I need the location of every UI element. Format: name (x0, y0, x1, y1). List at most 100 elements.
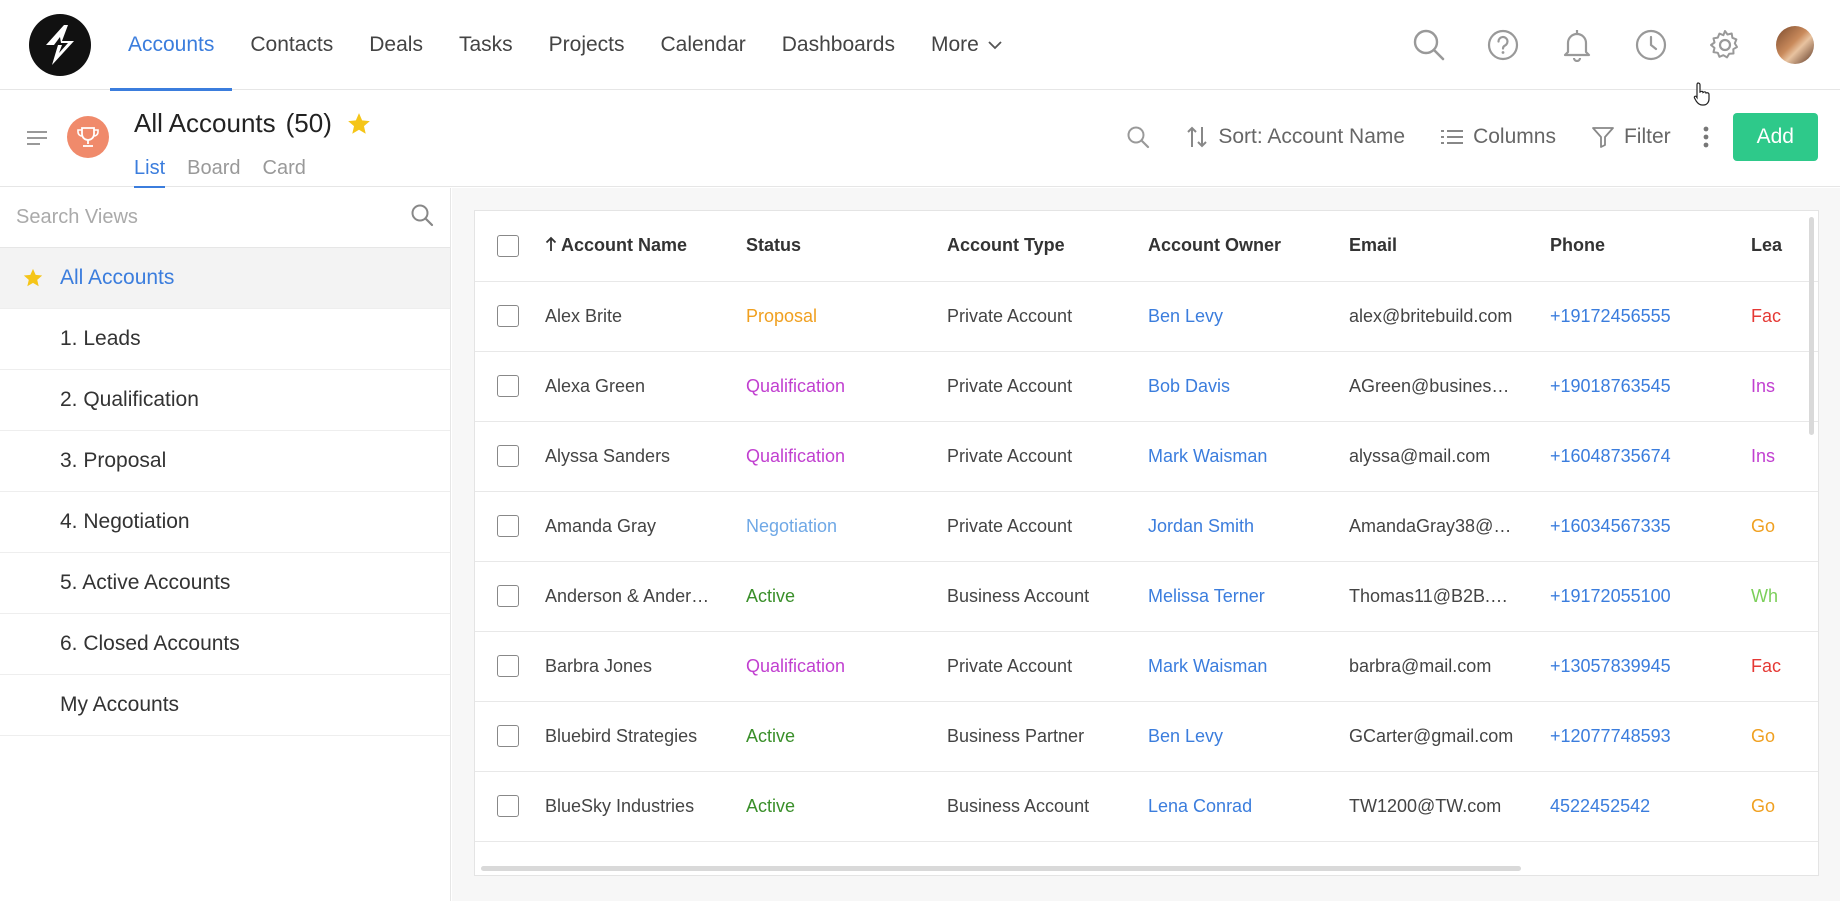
hamburger-icon[interactable] (26, 129, 48, 152)
sort-label: Sort: Account Name (1218, 125, 1406, 148)
add-button[interactable]: Add (1732, 113, 1818, 161)
more-options-button[interactable] (1689, 125, 1723, 149)
account-name-cell[interactable]: Bluebird Strategies (545, 701, 746, 772)
favorite-star-icon[interactable] (346, 111, 372, 137)
select-all-checkbox[interactable] (497, 234, 519, 257)
search-icon (1127, 126, 1150, 149)
table-row[interactable]: Barbra Jones Qualification Private Account… (475, 631, 1818, 702)
search-views-input[interactable] (16, 206, 396, 229)
table-row[interactable]: Alexa Green Qualification Private Account B… (475, 351, 1818, 422)
row-checkbox[interactable] (497, 655, 519, 678)
phone-link[interactable]: +19172456555 (1550, 281, 1751, 352)
account-owner-link[interactable]: Bob Davis (1148, 351, 1349, 422)
row-checkbox[interactable] (497, 515, 519, 538)
bell-icon[interactable] (1540, 0, 1614, 90)
column-header-account-owner[interactable]: Account Owner (1148, 211, 1349, 282)
account-owner-link[interactable]: Ben Levy (1148, 701, 1349, 772)
row-checkbox[interactable] (497, 585, 519, 608)
columns-button[interactable]: Columns (1423, 125, 1574, 149)
status-cell: Proposal (746, 281, 947, 352)
account-owner-link[interactable]: Mark Waisman (1148, 421, 1349, 492)
account-name-cell[interactable]: BlueSky Industries (545, 771, 746, 842)
tab-list[interactable]: List (134, 157, 166, 188)
column-header-status[interactable]: Status (746, 211, 947, 282)
phone-link[interactable]: +19172055100 (1550, 561, 1751, 632)
nav-item-accounts[interactable]: Accounts (110, 0, 233, 91)
nav-item-deals[interactable]: Deals (351, 0, 441, 90)
page-title: All Accounts (50) (134, 108, 372, 139)
row-checkbox[interactable] (497, 725, 519, 748)
sort-button[interactable]: Sort: Account Name (1168, 125, 1423, 149)
account-type-cell: Private Account (947, 351, 1148, 422)
account-name-cell[interactable]: Alex Brite (545, 281, 746, 352)
phone-link[interactable]: +12077748593 (1550, 701, 1751, 772)
horizontal-scrollbar[interactable] (481, 866, 1521, 871)
search-icon[interactable] (410, 203, 434, 232)
top-navigation: Accounts Contacts Deals Tasks Projects Calend… (0, 0, 1840, 91)
checkbox-cell (475, 491, 545, 562)
tab-card[interactable]: Card (263, 157, 306, 188)
sidebar-item-2-qualification[interactable]: 2. Qualification (0, 370, 450, 431)
avatar[interactable] (1776, 26, 1814, 64)
table-row[interactable]: Alex Brite Proposal Private Account Ben Lev… (475, 281, 1818, 352)
phone-link[interactable]: +16048735674 (1550, 421, 1751, 492)
account-name-cell[interactable]: Barbra Jones (545, 631, 746, 702)
clock-icon[interactable] (1614, 0, 1688, 90)
nav-item-label: Calendar (660, 33, 746, 56)
phone-link[interactable]: +19018763545 (1550, 351, 1751, 422)
sidebar-item-5-active-accounts[interactable]: 5. Active Accounts (0, 553, 450, 614)
sidebar-item-all-accounts[interactable]: All Accounts (0, 248, 450, 309)
phone-link[interactable]: +13057839945 (1550, 631, 1751, 702)
account-owner-link[interactable]: Mark Waisman (1148, 631, 1349, 702)
status-cell: Active (746, 771, 947, 842)
phone-link[interactable]: 4522452542 (1550, 771, 1751, 842)
sidebar-item-my-accounts[interactable]: My Accounts (0, 675, 450, 736)
nav-item-tasks[interactable]: Tasks (441, 0, 531, 90)
tab-board[interactable]: Board (187, 157, 240, 188)
table-search-button[interactable] (1108, 125, 1168, 149)
row-checkbox[interactable] (497, 795, 519, 818)
row-checkbox[interactable] (497, 305, 519, 328)
email-cell: alex@britebuild.com (1349, 281, 1550, 352)
sidebar-item-4-negotiation[interactable]: 4. Negotiation (0, 492, 450, 553)
account-owner-link[interactable]: Melissa Terner (1148, 561, 1349, 632)
nav-item-dashboards[interactable]: Dashboards (764, 0, 913, 90)
sidebar-item-6-closed-accounts[interactable]: 6. Closed Accounts (0, 614, 450, 675)
nav-item-calendar[interactable]: Calendar (643, 0, 764, 90)
vertical-scrollbar[interactable] (1809, 217, 1814, 435)
app-logo[interactable] (29, 14, 91, 76)
nav-item-contacts[interactable]: Contacts (232, 0, 351, 90)
account-owner-link[interactable]: Jordan Smith (1148, 491, 1349, 562)
column-header-account-name[interactable]: Account Name (545, 211, 746, 282)
column-header-account-type[interactable]: Account Type (947, 211, 1148, 282)
table-row[interactable]: Bluebird Strategies Active Business Partne… (475, 701, 1818, 772)
table-row[interactable]: BlueSky Industries Active Business Account… (475, 771, 1818, 842)
nav-item-label: Deals (369, 33, 423, 56)
row-checkbox[interactable] (497, 445, 519, 468)
gear-icon[interactable] (1688, 0, 1762, 90)
nav-item-projects[interactable]: Projects (531, 0, 643, 90)
account-name-cell[interactable]: Alexa Green (545, 351, 746, 422)
columns-label: Columns (1473, 125, 1556, 148)
table-row[interactable]: Amanda Gray Negotiation Private Account Jor… (475, 491, 1818, 562)
account-name-cell[interactable]: Alyssa Sanders (545, 421, 746, 492)
search-icon[interactable] (1392, 0, 1466, 90)
account-owner-link[interactable]: Lena Conrad (1148, 771, 1349, 842)
nav-item-more[interactable]: More (913, 0, 1021, 90)
table-row[interactable]: Alyssa Sanders Qualification Private Accou… (475, 421, 1818, 492)
sidebar-item-3-proposal[interactable]: 3. Proposal (0, 431, 450, 492)
account-type-cell: Private Account (947, 631, 1148, 702)
column-header-phone[interactable]: Phone (1550, 211, 1751, 282)
sidebar-item-1-leads[interactable]: 1. Leads (0, 309, 450, 370)
account-name-cell[interactable]: Anderson & Ander… (545, 561, 746, 632)
sidebar-item-label: All Accounts (60, 266, 175, 289)
page-header: All Accounts (50) List Board Card Sort: Ac… (0, 91, 1840, 188)
account-owner-link[interactable]: Ben Levy (1148, 281, 1349, 352)
row-checkbox[interactable] (497, 375, 519, 398)
account-name-cell[interactable]: Amanda Gray (545, 491, 746, 562)
column-header-email[interactable]: Email (1349, 211, 1550, 282)
phone-link[interactable]: +16034567335 (1550, 491, 1751, 562)
table-row[interactable]: Anderson & Ander… Active Business Account M… (475, 561, 1818, 632)
help-icon[interactable] (1466, 0, 1540, 90)
filter-button[interactable]: Filter (1574, 125, 1689, 149)
